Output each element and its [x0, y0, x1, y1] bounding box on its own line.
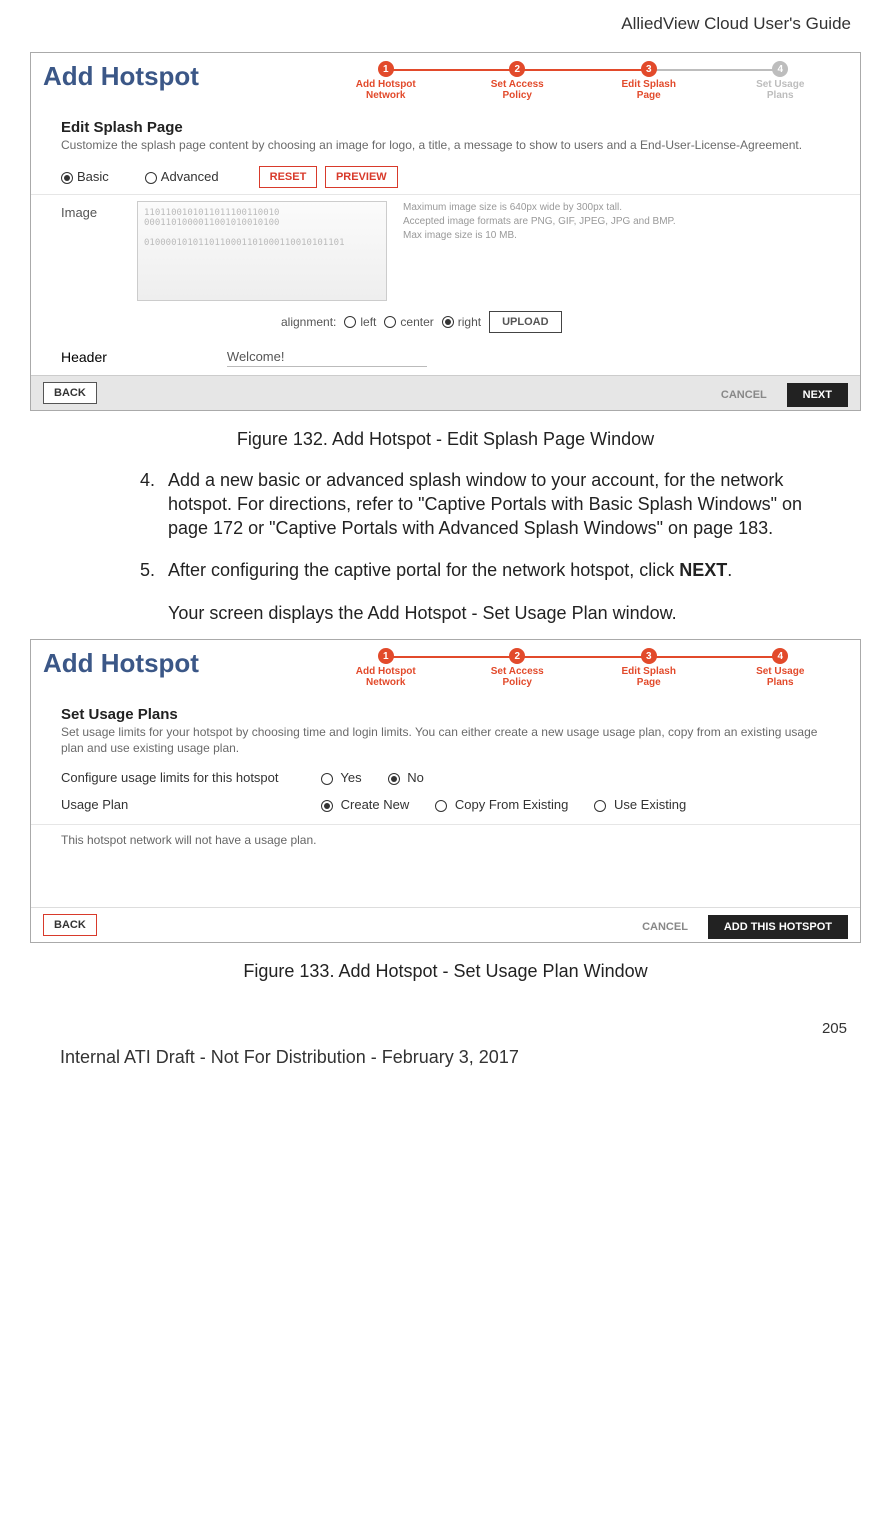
configure-limits-label: Configure usage limits for this hotspot [61, 770, 321, 785]
image-label: Image [61, 201, 121, 220]
radio-icon [321, 773, 333, 785]
cancel-button[interactable]: CANCEL [626, 917, 704, 937]
plan-use-existing[interactable]: Use Existing [594, 797, 686, 812]
window-title: Add Hotspot [31, 53, 211, 94]
radio-icon [435, 800, 447, 812]
section-description: Set usage limits for your hotspot by cho… [31, 723, 860, 764]
footer-bar: BACK CANCEL ADD THIS HOTSPOT [31, 907, 860, 942]
doc-footer: Internal ATI Draft - Not For Distributio… [20, 1043, 871, 1068]
radio-icon [344, 316, 356, 328]
add-hotspot-button[interactable]: ADD THIS HOTSPOT [708, 915, 848, 939]
page-number: 205 [20, 1000, 871, 1043]
step-line [517, 656, 649, 658]
radio-icon [442, 316, 454, 328]
step-label: Set UsagePlans [756, 79, 804, 101]
step-label: Add HotspotNetwork [356, 666, 416, 688]
align-center[interactable]: center [384, 315, 433, 329]
step-line [386, 656, 518, 658]
plan-create-new[interactable]: Create New [321, 797, 409, 812]
step-dot: 3 [641, 648, 657, 664]
step-2: 2 Set AccessPolicy [452, 648, 584, 688]
step-line [649, 69, 781, 71]
plan-copy-existing[interactable]: Copy From Existing [435, 797, 568, 812]
header-input[interactable] [227, 347, 427, 367]
step-3: 3 Edit SplashPage [583, 648, 715, 688]
step-number: 5. [140, 558, 155, 582]
radio-icon [145, 172, 157, 184]
step-line [386, 69, 518, 71]
step-2: 2 Set AccessPolicy [452, 61, 584, 101]
reset-button[interactable]: RESET [259, 166, 318, 188]
step-4: 4 Set UsagePlans [715, 61, 847, 101]
radio-icon [321, 800, 333, 812]
step-number: 4. [140, 468, 155, 492]
footer-bar: BACK CANCEL NEXT [31, 375, 860, 410]
step-label: Edit SplashPage [622, 79, 676, 101]
section-title: Set Usage Plans [31, 690, 860, 723]
back-button[interactable]: BACK [43, 914, 97, 936]
step-1: 1 Add HotspotNetwork [320, 648, 452, 688]
step-3: 3 Edit SplashPage [583, 61, 715, 101]
figure-133-caption: Figure 133. Add Hotspot - Set Usage Plan… [20, 943, 871, 1000]
section-description: Customize the splash page content by cho… [31, 136, 860, 162]
step-line [517, 69, 649, 71]
body-text: 4. Add a new basic or advanced splash wi… [20, 468, 871, 625]
usage-note: This hotspot network will not have a usa… [31, 824, 860, 907]
step-5-text: After configuring the captive portal for… [168, 560, 732, 580]
preview-button[interactable]: PREVIEW [325, 166, 398, 188]
step-dot: 4 [772, 648, 788, 664]
figure-132-caption: Figure 132. Add Hotspot - Edit Splash Pa… [20, 411, 871, 468]
align-right[interactable]: right [442, 315, 481, 329]
radio-advanced[interactable]: Advanced [145, 169, 219, 184]
upload-button[interactable]: UPLOAD [489, 311, 561, 333]
step-4-text: Add a new basic or advanced splash windo… [168, 470, 802, 539]
step-line [649, 656, 781, 658]
cfg-no[interactable]: No [388, 770, 424, 785]
radio-icon [594, 800, 606, 812]
step-label: Set AccessPolicy [491, 79, 544, 101]
step-dot: 1 [378, 648, 394, 664]
step-dot: 3 [641, 61, 657, 77]
step-5-result: Your screen displays the Add Hotspot - S… [140, 601, 831, 625]
radio-icon [61, 172, 73, 184]
step-label: Add HotspotNetwork [356, 79, 416, 101]
alignment-label: alignment: [281, 315, 336, 329]
back-button[interactable]: BACK [43, 382, 97, 404]
step-dot: 2 [509, 61, 525, 77]
cancel-button[interactable]: CANCEL [705, 385, 783, 405]
step-label: Edit SplashPage [622, 666, 676, 688]
image-hints: Maximum image size is 640px wide by 300p… [403, 201, 830, 243]
step-label: Set AccessPolicy [491, 666, 544, 688]
step-4: 4 Set UsagePlans [715, 648, 847, 688]
figure-133-screenshot: Add Hotspot 1 Add HotspotNetwork 2 Set A… [30, 639, 861, 943]
cfg-yes[interactable]: Yes [321, 770, 362, 785]
figure-132-screenshot: Add Hotspot 1 Add HotspotNetwork 2 Set A… [30, 52, 861, 411]
window-title: Add Hotspot [31, 640, 211, 681]
step-label: Set UsagePlans [756, 666, 804, 688]
step-dot: 1 [378, 61, 394, 77]
radio-basic[interactable]: Basic [61, 169, 109, 184]
step-1: 1 Add HotspotNetwork [320, 61, 452, 101]
section-title: Edit Splash Page [31, 103, 860, 136]
image-dropzone[interactable]: 1101100101011011100110010000110100001100… [137, 201, 387, 301]
header-label: Header [61, 349, 107, 365]
radio-icon [384, 316, 396, 328]
doc-header: AlliedView Cloud User's Guide [20, 10, 871, 52]
usage-plan-label: Usage Plan [61, 797, 321, 812]
align-left[interactable]: left [344, 315, 376, 329]
step-dot: 2 [509, 648, 525, 664]
stepper: 1 Add HotspotNetwork 2 Set AccessPolicy … [320, 53, 860, 103]
stepper: 1 Add HotspotNetwork 2 Set AccessPolicy … [320, 640, 860, 690]
step-dot: 4 [772, 61, 788, 77]
next-button[interactable]: NEXT [787, 383, 848, 407]
radio-icon [388, 773, 400, 785]
